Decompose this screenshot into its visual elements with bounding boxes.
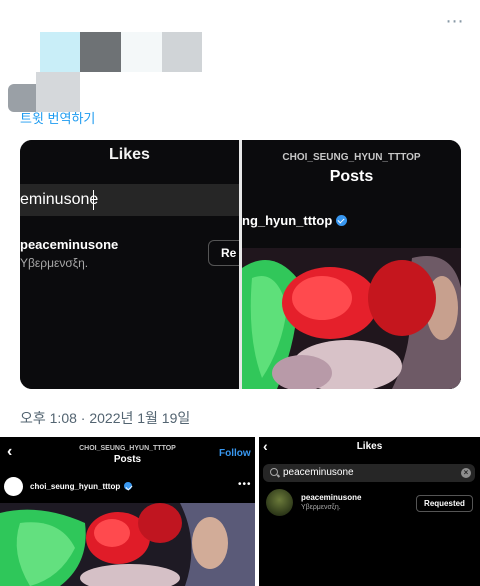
clear-icon: × [461,468,471,478]
post-username: ng_hyun_tttop [242,213,348,228]
search-icon [270,468,278,476]
avatar-pixelated[interactable] [8,72,80,112]
text-caret [93,190,94,210]
follow-button: Follow [219,448,251,459]
post-photo [242,248,461,389]
post-username-text: ng_hyun_tttop [242,213,333,228]
likes-screenshot-panel: Likes eminusone peaceminusone Υβερμενσξη… [20,140,248,389]
post-photo [0,503,255,586]
avatar [266,489,293,516]
likes-title: Likes [109,146,150,163]
verified-badge-icon [336,215,348,226]
search-field: eminusone [20,184,239,216]
posts-screenshot-panel: CHOI_SEUNG_HYUN_TTTOP Posts ng_hyun_ttto… [242,140,461,389]
post-username: choi_seung_hyun_tttop [30,482,133,491]
search-field: peaceminusone × [263,464,475,482]
result-username: peaceminusone [301,493,362,502]
requested-button: Requested [416,495,473,512]
instagram-likes-screenshot[interactable]: ‹ Likes peaceminusone × peaceminusone Υβ… [259,437,480,586]
posts-title: Posts [329,168,374,185]
author-name-pixelated[interactable] [40,32,202,72]
likes-title: Likes [356,441,383,452]
posts-title: Posts [113,454,142,465]
result-fullname: Υβερμενσξη. [20,256,89,270]
translate-tweet-link[interactable]: 트윗 번역하기 [20,108,95,127]
tweet-image[interactable]: Likes eminusone peaceminusone Υβερμενσξη… [20,140,461,389]
search-field-value: peaceminusone [283,467,354,478]
result-username: peaceminusone [20,237,119,252]
post-username-text: choi_seung_hyun_tttop [30,482,121,491]
instagram-posts-screenshot[interactable]: ‹ CHOI_SEUNG_HYUN_TTTOP Posts Follow cho… [0,437,255,586]
avatar [4,477,23,496]
more-dots-icon: ••• [238,479,252,490]
search-field-value: eminusone [20,191,99,208]
verified-badge-icon [124,482,133,490]
post-photo-art [0,503,255,586]
post-photo-art [242,248,461,389]
result-fullname: Υβερμενσξη. [301,504,341,511]
account-handle-header: CHOI_SEUNG_HYUN_TTTOP [282,152,421,163]
more-dots-icon[interactable]: ⋯ [444,12,466,30]
tweet-timestamp[interactable]: 오후 1:08 · 2022년 1월 19일 [20,408,190,428]
account-handle-header: CHOI_SEUNG_HYUN_TTTOP [79,445,176,452]
tweet-detail: ⋯ 트윗 번역하기 Likes eminusone peaceminusone … [0,0,480,586]
